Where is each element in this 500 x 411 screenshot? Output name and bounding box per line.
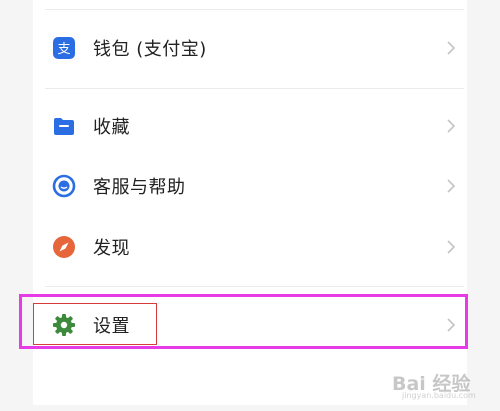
chevron-right-icon xyxy=(444,237,458,257)
chevron-right-icon xyxy=(444,38,458,58)
menu-item-customer-service[interactable]: 客服与帮助 xyxy=(40,166,470,206)
chevron-right-icon xyxy=(444,116,458,136)
menu-item-label: 收藏 xyxy=(93,117,130,138)
menu-item-wallet[interactable]: 支 钱包 (支付宝) xyxy=(40,28,470,68)
menu-item-discover[interactable]: 发现 xyxy=(40,227,470,267)
svg-text:支: 支 xyxy=(57,42,70,57)
divider xyxy=(45,88,464,89)
menu-item-label: 客服与帮助 xyxy=(93,177,186,198)
divider xyxy=(45,9,464,10)
watermark-subtext: jingyan.baidu.com xyxy=(402,391,476,400)
folder-icon xyxy=(52,114,76,138)
menu-item-label: 发现 xyxy=(93,238,130,259)
alipay-icon: 支 xyxy=(52,36,76,60)
chevron-right-icon xyxy=(444,176,458,196)
menu-item-favorites[interactable]: 收藏 xyxy=(40,106,470,146)
compass-icon xyxy=(52,235,76,259)
baidu-jingyan-watermark: Bai 经验 jingyan.baidu.com xyxy=(384,367,482,401)
headset-icon xyxy=(52,174,76,198)
highlight-box-inner xyxy=(33,303,157,345)
menu-item-label: 钱包 (支付宝) xyxy=(93,39,207,60)
divider xyxy=(45,286,464,287)
